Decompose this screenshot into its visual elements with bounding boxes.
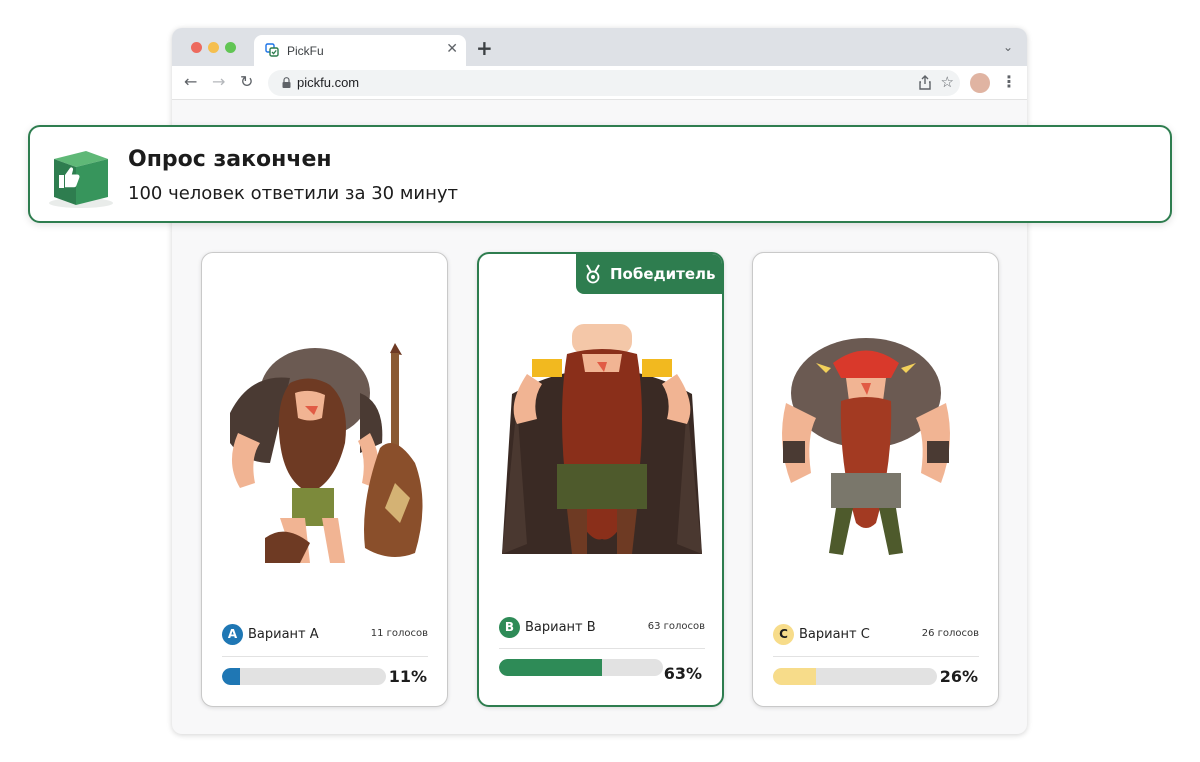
url-text: pickfu.com xyxy=(297,75,359,90)
option-header-c: C Вариант C 26 голосов xyxy=(773,624,979,646)
result-bar-fill xyxy=(773,668,816,685)
divider xyxy=(222,656,428,657)
divider xyxy=(499,648,705,649)
forward-arrow-icon[interactable]: → xyxy=(212,72,225,91)
tab-title: PickFu xyxy=(287,44,324,58)
kebab-menu-icon[interactable]: ⋮ xyxy=(1001,72,1017,91)
minimize-window-button[interactable] xyxy=(208,42,219,53)
tab-bar: PickFu ✕ + ⌄ xyxy=(172,28,1027,66)
option-name: Вариант B xyxy=(525,620,596,635)
chevron-down-icon[interactable]: ⌄ xyxy=(1003,40,1013,54)
lock-icon xyxy=(282,77,291,88)
tab-close-icon[interactable]: ✕ xyxy=(446,41,458,57)
option-card-a[interactable]: A Вариант A 11 голосов 11% xyxy=(201,252,448,707)
medal-icon xyxy=(584,264,602,284)
new-tab-button[interactable]: + xyxy=(476,36,493,60)
result-bar-fill xyxy=(222,668,240,685)
viking-illustration xyxy=(761,323,991,563)
caveman-illustration xyxy=(210,323,440,563)
winner-badge: Победитель xyxy=(576,254,722,294)
result-percent: 63% xyxy=(664,664,702,683)
option-letter-badge: B xyxy=(499,617,520,638)
result-percent: 11% xyxy=(389,667,427,686)
result-bar xyxy=(499,659,663,676)
result-bar xyxy=(773,668,937,685)
result-percent: 26% xyxy=(940,667,978,686)
option-name: Вариант A xyxy=(248,627,319,642)
banner-title: Опрос закончен xyxy=(128,147,332,172)
address-bar[interactable]: pickfu.com ☆ xyxy=(268,70,960,96)
banner-subtitle: 100 человек ответили за 30 минут xyxy=(128,183,458,204)
warrior-illustration xyxy=(487,324,717,564)
close-window-button[interactable] xyxy=(191,42,202,53)
thumbs-up-cube-icon xyxy=(46,147,116,209)
option-card-c[interactable]: C Вариант C 26 голосов 26% xyxy=(752,252,999,707)
poll-complete-banner: Опрос закончен 100 человек ответили за 3… xyxy=(28,125,1172,223)
vote-count: 11 голосов xyxy=(371,628,428,639)
divider xyxy=(773,656,979,657)
reload-icon[interactable]: ↻ xyxy=(240,72,253,91)
option-name: Вариант C xyxy=(799,627,870,642)
option-letter-badge: C xyxy=(773,624,794,645)
tab-pickfu[interactable]: PickFu ✕ xyxy=(254,35,466,66)
vote-count: 63 голосов xyxy=(648,621,705,632)
pickfu-favicon-icon xyxy=(265,43,279,57)
browser-toolbar: ← → ↻ pickfu.com ☆ ⋮ xyxy=(172,66,1027,100)
result-bar xyxy=(222,668,386,685)
option-header-b: B Вариант B 63 голосов xyxy=(499,617,705,639)
profile-avatar[interactable] xyxy=(970,73,990,93)
option-letter-badge: A xyxy=(222,624,243,645)
option-header-a: A Вариант A 11 голосов xyxy=(222,624,428,646)
maximize-window-button[interactable] xyxy=(225,42,236,53)
vote-count: 26 голосов xyxy=(922,628,979,639)
winner-label: Победитель xyxy=(610,265,715,283)
back-arrow-icon[interactable]: ← xyxy=(184,72,197,91)
share-icon[interactable] xyxy=(918,75,932,90)
result-bar-fill xyxy=(499,659,602,676)
bookmark-star-icon[interactable]: ☆ xyxy=(941,73,954,91)
option-card-b[interactable]: Победитель B Вариант B 63 голосов 63% xyxy=(477,252,724,707)
